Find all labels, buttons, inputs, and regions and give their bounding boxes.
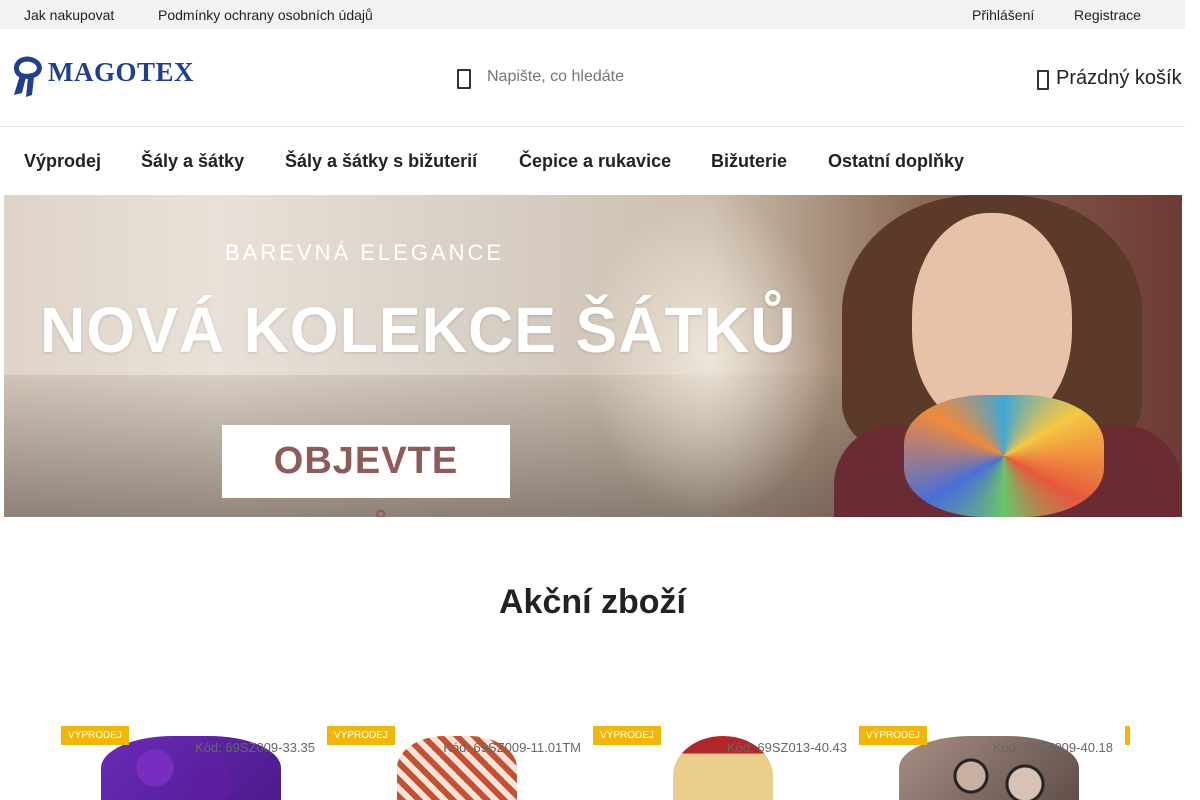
link-login[interactable]: Přihlášení <box>972 7 1034 23</box>
product-code: Kód: 69SZ009-11.01TM <box>443 740 581 755</box>
next-product-badge-edge <box>1125 726 1130 745</box>
product-card[interactable]: VÝPRODEJ Kód: 69SZ009-33.35 <box>61 726 321 800</box>
site-header: MAGOTEX Prázdný košík <box>0 29 1185 127</box>
sale-badge: VÝPRODEJ <box>327 726 395 745</box>
nav-item-sale[interactable]: Výprodej <box>24 151 101 172</box>
hero-banner[interactable]: BAREVNÁ ELEGANCE NOVÁ KOLEKCE ŠÁTKŮ OBJE… <box>4 195 1182 517</box>
link-how-to-buy[interactable]: Jak nakupovat <box>24 7 114 23</box>
section-title-sale-products: Akční zboží <box>498 583 687 621</box>
banner-model-photo <box>834 195 1182 517</box>
nav-item-hats-gloves[interactable]: Čepice a rukavice <box>519 151 671 172</box>
banner-title: NOVÁ KOLEKCE ŠÁTKŮ <box>40 294 797 366</box>
product-card[interactable]: VÝPRODEJ Kód: 69SZ009-40.18 <box>859 726 1119 800</box>
logo-scarf-icon <box>13 56 42 97</box>
banner-subtitle: BAREVNÁ ELEGANCE <box>225 240 505 265</box>
nav-item-scarves-jewelry[interactable]: Šály a šátky s bižuterií <box>285 151 477 172</box>
top-bar: Jak nakupovat Podmínky ochrany osobních … <box>0 0 1185 29</box>
product-card[interactable]: VÝPRODEJ Kód: 69SZ013-40.43 <box>593 726 853 800</box>
nav-item-accessories[interactable]: Ostatní doplňky <box>828 151 964 172</box>
product-code: Kód: 69SZ013-40.43 <box>727 740 847 755</box>
sale-badge: VÝPRODEJ <box>859 726 927 745</box>
link-privacy-policy[interactable]: Podmínky ochrany osobních údajů <box>158 7 373 23</box>
sale-badge: VÝPRODEJ <box>61 726 129 745</box>
cart-button[interactable]: Prázdný košík <box>1035 63 1185 93</box>
cart-label: Prázdný košík <box>1056 67 1182 89</box>
nav-item-scarves[interactable]: Šály a šátky <box>141 151 244 172</box>
search-input[interactable] <box>487 68 687 86</box>
product-card[interactable]: VÝPRODEJ Kód: 69SZ009-11.01TM <box>327 726 587 800</box>
banner-cta-button[interactable]: OBJEVTE SVŮJ <box>222 425 510 517</box>
sale-badge: VÝPRODEJ <box>593 726 661 745</box>
logo[interactable]: MAGOTEX <box>10 53 194 101</box>
product-code: Kód: 69SZ009-40.18 <box>993 740 1113 755</box>
search-box[interactable] <box>452 63 712 93</box>
main-navigation: Výprodej Šály a šátky Šály a šátky s biž… <box>0 127 1185 195</box>
logo-wordmark: MAGOTEX <box>48 57 195 87</box>
cart-icon <box>1035 68 1049 90</box>
product-code: Kód: 69SZ009-33.35 <box>195 740 315 755</box>
nav-item-jewelry[interactable]: Bižuterie <box>711 151 787 172</box>
link-register[interactable]: Registrace <box>1074 7 1141 23</box>
search-icon <box>455 67 471 89</box>
